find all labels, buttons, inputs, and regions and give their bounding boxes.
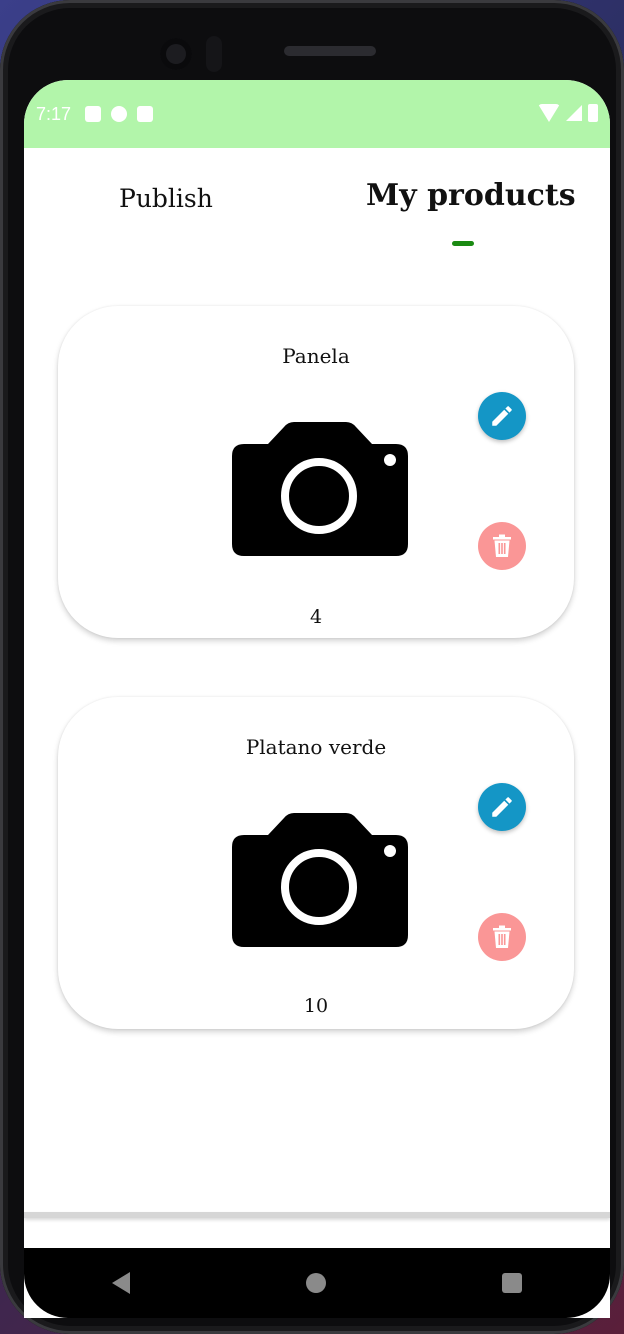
product-card[interactable]: Platano verde 10: [58, 697, 574, 1029]
sd-card-icon: [137, 106, 154, 122]
delete-button[interactable]: [478, 913, 526, 961]
status-right-icons: [538, 104, 598, 122]
tab-bar: Publish My products: [24, 148, 610, 260]
delete-button[interactable]: [478, 522, 526, 570]
status-time: 7:17: [36, 103, 72, 124]
earpiece-speaker: [284, 46, 376, 56]
system-nav-bar: [24, 1248, 610, 1318]
battery-icon: [588, 104, 598, 122]
tab-my-products[interactable]: My products: [366, 178, 576, 213]
status-bar: 7:17: [24, 80, 610, 148]
wifi-icon: [538, 104, 560, 122]
edit-button[interactable]: [478, 783, 526, 831]
app-screen: 7:17 Publish My products Panela 4 Platan…: [24, 80, 610, 1318]
tab-indicator: [452, 241, 474, 246]
a-icon: [85, 106, 102, 122]
pencil-icon: [492, 797, 512, 817]
product-name: Platano verde: [245, 735, 387, 759]
phone-frame: 7:17 Publish My products Panela 4 Platan…: [0, 0, 624, 1334]
recents-icon[interactable]: [502, 1273, 522, 1293]
camera-icon: [232, 813, 408, 947]
bottom-divider: [24, 1212, 610, 1218]
product-quantity: 4: [309, 606, 323, 628]
back-icon[interactable]: [112, 1272, 130, 1294]
camera-icon: [232, 422, 408, 556]
product-quantity: 10: [303, 995, 329, 1017]
edit-button[interactable]: [478, 392, 526, 440]
tab-publish[interactable]: Publish: [119, 184, 213, 213]
product-name: Panela: [282, 344, 350, 368]
p-icon: [111, 106, 128, 122]
product-card[interactable]: Panela 4: [58, 306, 574, 638]
pencil-icon: [492, 406, 512, 426]
front-camera: [160, 38, 192, 70]
proximity-sensor: [206, 36, 222, 72]
trash-icon: [493, 534, 511, 557]
home-icon[interactable]: [306, 1273, 326, 1293]
signal-icon: [566, 105, 582, 121]
trash-icon: [493, 925, 511, 948]
